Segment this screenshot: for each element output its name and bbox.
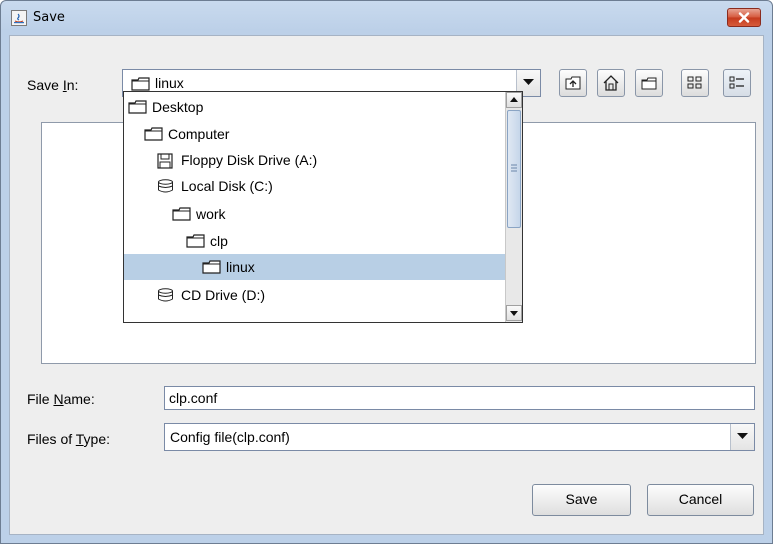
file-name-label: File Name: — [27, 391, 95, 407]
file-type-dropdown-arrow[interactable] — [730, 424, 754, 450]
file-type-value: Config file(clp.conf) — [170, 429, 290, 445]
dropdown-item-label: Local Disk (C:) — [181, 178, 273, 194]
scroll-thumb[interactable] — [507, 110, 521, 228]
dropdown-item-floppy-disk-drive-a[interactable]: Floppy Disk Drive (A:) — [124, 147, 512, 173]
file-type-label: Files of Type: — [27, 431, 111, 447]
folder-icon — [144, 127, 163, 144]
save-in-dropdown-list[interactable]: Desktop Computer Floppy Disk Drive (A:) Loc… — [123, 91, 523, 323]
folder-icon — [202, 260, 221, 277]
dropdown-item-clp[interactable]: clp — [124, 228, 512, 254]
dropdown-item-label: clp — [210, 233, 228, 249]
window-title: Save — [33, 10, 65, 25]
scroll-down-icon — [510, 311, 518, 316]
file-type-combo[interactable]: Config file(clp.conf) — [164, 423, 755, 451]
home-icon — [603, 75, 619, 91]
save-dialog: Save Save In: linux File Name: clp.conf … — [0, 0, 773, 544]
list-view-icon — [687, 76, 702, 89]
folder-icon — [172, 207, 191, 224]
home-button[interactable] — [597, 69, 625, 97]
save-button[interactable]: Save — [532, 484, 631, 516]
dropdown-scrollbar[interactable] — [505, 92, 522, 322]
title-bar[interactable]: Save — [1, 1, 772, 35]
scroll-up-icon — [510, 97, 518, 102]
new-folder-icon — [641, 77, 657, 90]
java-app-icon — [11, 10, 27, 26]
dropdown-item-work[interactable]: work — [124, 201, 512, 227]
up-one-level-icon — [565, 76, 581, 90]
close-icon — [738, 12, 750, 23]
up-one-level-button[interactable] — [559, 69, 587, 97]
dropdown-item-label: work — [196, 206, 226, 222]
dropdown-item-desktop[interactable]: Desktop — [124, 94, 512, 120]
cancel-button[interactable]: Cancel — [647, 484, 754, 516]
chevron-down-icon — [737, 433, 748, 439]
scroll-down-button[interactable] — [506, 305, 522, 321]
dropdown-item-cd-drive-d[interactable]: CD Drive (D:) — [124, 282, 512, 308]
scroll-up-button[interactable] — [506, 92, 522, 108]
dropdown-item-linux[interactable]: linux — [124, 254, 512, 280]
details-view-button[interactable] — [723, 69, 751, 97]
list-view-button[interactable] — [681, 69, 709, 97]
close-button[interactable] — [727, 8, 761, 27]
new-folder-button[interactable] — [635, 69, 663, 97]
dropdown-item-local-disk-c[interactable]: Local Disk (C:) — [124, 173, 512, 199]
dropdown-item-label: Computer — [168, 126, 230, 142]
folder-icon — [186, 234, 205, 251]
save-in-label: Save In: — [27, 77, 79, 93]
dropdown-item-label: linux — [226, 259, 255, 275]
folder-icon — [128, 100, 147, 117]
chevron-down-icon — [523, 79, 534, 85]
disk-icon — [157, 179, 174, 196]
details-view-icon — [729, 76, 744, 89]
file-name-input[interactable]: clp.conf — [164, 386, 755, 410]
disk-icon — [157, 288, 174, 305]
save-in-value: linux — [155, 75, 184, 91]
dropdown-item-label: Desktop — [152, 99, 204, 115]
floppy-icon — [157, 153, 173, 172]
dropdown-item-label: Floppy Disk Drive (A:) — [181, 152, 318, 168]
folder-icon — [131, 77, 150, 91]
dropdown-item-label: CD Drive (D:) — [181, 287, 265, 303]
grip-icon — [511, 164, 517, 172]
dropdown-item-computer[interactable]: Computer — [124, 121, 512, 147]
dialog-content: Save In: linux File Name: clp.conf Files… — [9, 35, 764, 535]
